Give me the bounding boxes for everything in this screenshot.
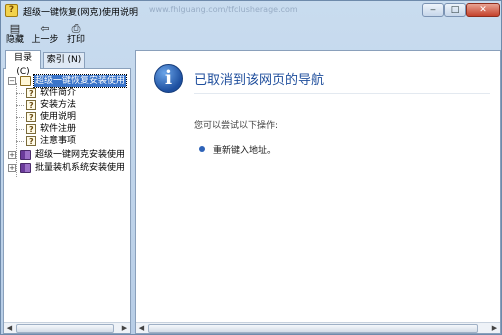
tree-node-child[interactable]: 软件注册 <box>26 123 126 136</box>
help-page-icon <box>26 112 36 124</box>
contents-tree: − 超级一键恢复安装使用 软件简介 安装方法 使用说明 软件注册 <box>3 68 131 334</box>
help-page-icon <box>26 100 36 112</box>
tree-connector <box>16 105 24 106</box>
tree-connector <box>16 93 24 94</box>
tree-node-label[interactable]: 超级一键网克安装使用 <box>35 149 125 161</box>
expand-toggle[interactable]: + <box>8 164 16 172</box>
close-button[interactable]: ✕ <box>466 3 500 17</box>
help-page-icon <box>26 136 36 148</box>
tree-node-child[interactable]: 安装方法 <box>26 99 126 112</box>
scroll-thumb[interactable] <box>16 324 114 333</box>
tree-connector <box>16 129 24 130</box>
scroll-thumb[interactable] <box>148 324 478 333</box>
bullet-icon <box>199 146 205 152</box>
help-window: ? 超级一键恢复(网克)使用说明 www.fhlguang.com/tfclus… <box>0 0 502 335</box>
help-page-icon <box>26 124 36 136</box>
info-icon: i <box>154 64 183 93</box>
back-arrow-icon: ⇦ <box>40 22 50 35</box>
back-label: 上一步 <box>31 35 59 45</box>
retype-address-suggestion: 重新键入地址。 <box>213 146 277 156</box>
minimize-button[interactable]: ‒ <box>422 3 444 17</box>
content-pane: i 已取消到该网页的导航 您可以尝试以下操作: 重新键入地址。 ◀ ▶ <box>135 50 501 334</box>
app-help-icon: ? <box>5 4 18 17</box>
back-button[interactable]: ⇦ 上一步 <box>31 23 59 46</box>
tree-horizontal-scrollbar[interactable]: ◀ ▶ <box>4 322 130 333</box>
hide-button[interactable]: ▤ 隐藏 <box>4 23 26 46</box>
scroll-right-arrow-icon[interactable]: ▶ <box>119 323 130 333</box>
scroll-right-arrow-icon[interactable]: ▶ <box>489 323 500 333</box>
nav-tabs: 目录 (C) 索引 (N) <box>3 50 131 77</box>
tree-node-root2[interactable]: + 超级一键网克安装使用 <box>8 149 130 161</box>
maximize-button[interactable]: □ <box>444 3 466 17</box>
tab-index[interactable]: 索引 (N) <box>43 52 85 68</box>
scroll-left-arrow-icon[interactable]: ◀ <box>4 323 15 333</box>
tab-contents[interactable]: 目录 (C) <box>5 50 41 77</box>
help-page-icon <box>26 88 36 100</box>
tree-node-root3[interactable]: + 批量装机系统安装使用 <box>8 162 130 174</box>
tree-node-label[interactable]: 批量装机系统安装使用 <box>35 162 125 174</box>
printer-icon: ⎙ <box>71 22 81 35</box>
tree-node-label[interactable]: 超级一键恢复安装使用 <box>32 74 128 88</box>
tree-node-label[interactable]: 软件简介 <box>40 87 76 99</box>
scroll-left-arrow-icon[interactable]: ◀ <box>136 323 147 333</box>
hide-label: 隐藏 <box>5 35 24 45</box>
print-button[interactable]: ⎙ 打印 <box>64 23 88 46</box>
tree-connector <box>16 117 24 118</box>
page-heading: 已取消到该网页的导航 <box>194 73 325 88</box>
tree-node-child[interactable]: 注意事项 <box>26 135 126 148</box>
collapse-toggle[interactable]: − <box>8 77 16 85</box>
navigation-pane: 目录 (C) 索引 (N) − 超级一键恢复安装使用 软件简介 <box>3 50 131 334</box>
title-watermark: www.fhlguang.com/tfclusherage.com <box>149 5 298 14</box>
toolbar: ▤ 隐藏 ⇦ 上一步 ⎙ 打印 <box>1 21 501 48</box>
tree-node-label[interactable]: 注意事项 <box>40 135 76 147</box>
print-label: 打印 <box>66 35 85 45</box>
tree-node-label[interactable]: 软件注册 <box>40 123 76 135</box>
closed-book-icon <box>20 163 31 173</box>
hide-pane-icon: ▤ <box>9 22 21 35</box>
window-title: 超级一键恢复(网克)使用说明 <box>23 8 139 18</box>
tree-node-child[interactable]: 软件简介 <box>26 87 126 100</box>
content-horizontal-scrollbar[interactable]: ◀ ▶ <box>136 322 500 333</box>
tree-node-label[interactable]: 安装方法 <box>40 99 76 111</box>
tree-node-child[interactable]: 使用说明 <box>26 111 126 124</box>
tree-connector <box>16 141 24 142</box>
tree-node-label[interactable]: 使用说明 <box>40 111 76 123</box>
suggestion-intro: 您可以尝试以下操作: <box>194 121 279 131</box>
title-bar[interactable]: ? 超级一键恢复(网克)使用说明 www.fhlguang.com/tfclus… <box>1 1 501 21</box>
closed-book-icon <box>20 150 31 160</box>
heading-divider <box>194 93 490 94</box>
expand-toggle[interactable]: + <box>8 151 16 159</box>
